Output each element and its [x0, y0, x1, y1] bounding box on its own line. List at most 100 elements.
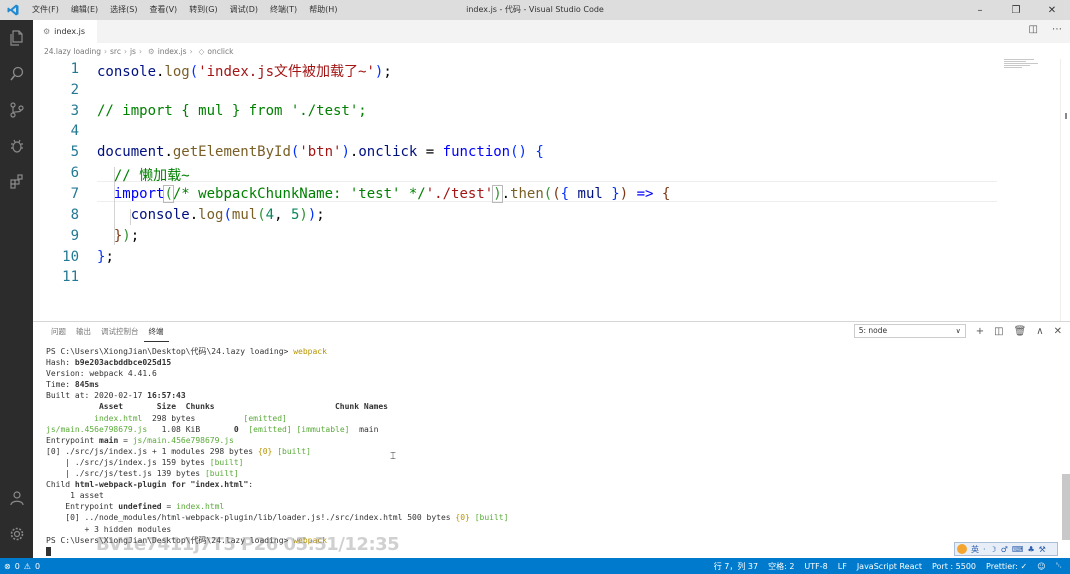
settings-gear-icon[interactable]: [0, 516, 33, 552]
trash-icon[interactable]: 🗑: [1014, 326, 1027, 337]
search-icon[interactable]: [0, 56, 33, 92]
child-name: html-webpack-plugin for "index.html": [74, 480, 249, 490]
menu-edit[interactable]: 编辑(E): [65, 0, 104, 20]
warning-icon: ⚠: [23, 561, 31, 571]
module-status: [built]: [277, 446, 311, 456]
version-line: Version: webpack 4.41.6: [46, 369, 157, 379]
more-actions-icon[interactable]: ⋯: [1052, 24, 1062, 35]
terminal-select[interactable]: 5: node ∨: [853, 324, 966, 338]
feedback-icon[interactable]: ☺: [1037, 562, 1045, 571]
status-language[interactable]: JavaScript React: [857, 562, 922, 571]
source-control-icon[interactable]: [0, 92, 33, 128]
file-gear-icon: ⚙: [43, 27, 51, 36]
hidden-modules: + 3 hidden modules: [46, 524, 172, 534]
scrollbar-marker: [1065, 113, 1067, 119]
ime-toolbar[interactable]: 英 · ☽ ♂ ⌨ ♣ ⚒: [954, 542, 1058, 556]
code-line-8: console.log(mul(4, 5));: [130, 207, 325, 223]
minimize-icon[interactable]: –: [962, 0, 998, 20]
status-indentation[interactable]: 空格: 2: [768, 561, 794, 572]
ime-language[interactable]: 英: [971, 544, 979, 555]
extensions-icon[interactable]: [0, 164, 33, 200]
breadcrumb-file[interactable]: index.js: [158, 47, 187, 56]
terminal-output[interactable]: PS C:\Users\XiongJian\Desktop\代码\24.lazy…: [46, 346, 1046, 556]
ime-mic-icon[interactable]: ♂: [1001, 545, 1008, 554]
notifications-bell-icon[interactable]: ␇: [1056, 561, 1062, 571]
time-value: 845ms: [74, 380, 100, 390]
breadcrumb-symbol[interactable]: onclick: [207, 47, 233, 56]
asset-status: [emitted] [immutable]: [248, 424, 350, 434]
module-line: | ./src/js/index.js 159 bytes: [46, 457, 210, 467]
status-eol[interactable]: LF: [838, 562, 847, 571]
minimap[interactable]: [1004, 59, 1040, 71]
ime-punct-icon[interactable]: ·: [983, 545, 986, 554]
status-problems[interactable]: ⊗ 0 ⚠ 0: [0, 562, 40, 571]
asset-table-header: Asset Size Chunks Chunk Names: [46, 402, 388, 412]
menu-file[interactable]: 文件(F): [26, 0, 65, 20]
close-icon[interactable]: ✕: [1034, 0, 1070, 20]
restore-icon[interactable]: ❐: [998, 0, 1034, 20]
breadcrumb-js[interactable]: js: [130, 47, 136, 56]
ime-skin-icon[interactable]: ♣: [1027, 545, 1034, 554]
ime-tools-icon[interactable]: ⚒: [1039, 545, 1046, 554]
split-terminal-icon[interactable]: ◫: [994, 326, 1003, 337]
status-prettier[interactable]: Prettier: ✓: [986, 562, 1027, 571]
video-watermark: BV1e7411j7T5 P26 05:51/12:35: [96, 534, 400, 555]
module-line: | ./src/js/test.js 139 bytes: [46, 469, 205, 479]
breadcrumb-src[interactable]: src: [110, 47, 121, 56]
code-line-10: };: [97, 249, 114, 265]
entrypoint-eq: =: [161, 502, 177, 512]
built-label: Built at: 2020-02-17: [46, 391, 143, 401]
entrypoint-label: Entrypoint: [46, 435, 95, 445]
terminal-command: webpack: [293, 347, 327, 356]
terminal-prompt: PS C:\Users\XiongJian\Desktop\代码\24.lazy…: [46, 347, 289, 356]
terminal-scrollbar[interactable]: [1062, 474, 1070, 540]
tab-index-js[interactable]: ⚙ index.js: [33, 20, 97, 43]
line-number: 7: [70, 186, 79, 202]
activity-bar-bottom: [0, 480, 33, 552]
tab-output[interactable]: 输出: [71, 322, 96, 342]
menu-terminal[interactable]: 终端(T): [264, 0, 303, 20]
editor-scrollbar[interactable]: [1060, 59, 1070, 321]
maximize-panel-icon[interactable]: ∧: [1036, 326, 1043, 337]
module-chunk: {0}: [257, 446, 273, 456]
breadcrumb: 24.lazy loading › src › js › ⚙ index.js › ◇ on…: [33, 43, 1070, 59]
debug-icon[interactable]: [0, 128, 33, 164]
asset-count: 1 asset: [46, 491, 104, 501]
breadcrumb-folder[interactable]: 24.lazy loading: [44, 47, 101, 56]
error-count: 0: [14, 561, 20, 571]
status-cursor-position[interactable]: 行 7，列 37: [714, 561, 758, 572]
code-line-1: console.log('index.js文件被加载了~');: [97, 64, 392, 80]
split-editor-icon[interactable]: ◫: [1029, 24, 1038, 35]
ime-moon-icon[interactable]: ☽: [990, 545, 997, 554]
line-number: 8: [70, 207, 79, 223]
tab-terminal[interactable]: 终端: [143, 322, 169, 342]
code-editor[interactable]: 1 2 3 4 5 6 7 8 9 10 11 console.log('ind…: [33, 59, 1070, 321]
asset-name: js/main.456e798679.js: [46, 424, 148, 434]
asset-size: 1.08 KiB: [147, 424, 201, 434]
status-encoding[interactable]: UTF-8: [804, 562, 827, 571]
menu-view[interactable]: 查看(V): [143, 0, 183, 20]
module-status: [built]: [209, 457, 244, 467]
file-gear-icon: ⚙: [147, 46, 155, 56]
editor-tab-bar: ⚙ index.js ◫ ⋯: [33, 20, 1070, 43]
menu-go[interactable]: 转到(G): [183, 0, 223, 20]
time-label: Time:: [46, 380, 71, 390]
ime-keyboard-icon[interactable]: ⌨: [1012, 545, 1024, 554]
status-live-server[interactable]: Port : 5500: [932, 562, 976, 571]
tab-debug-console[interactable]: 调试控制台: [96, 322, 144, 342]
tab-problems[interactable]: 问题: [46, 322, 71, 342]
module-status: [built]: [204, 469, 239, 479]
menu-debug[interactable]: 调试(D): [224, 0, 264, 20]
activity-bar: [0, 20, 33, 558]
line-number: 3: [70, 103, 79, 119]
close-panel-icon[interactable]: ✕: [1054, 326, 1062, 337]
line-number: 5: [70, 144, 79, 160]
explorer-icon[interactable]: [0, 20, 33, 56]
menu-help[interactable]: 帮助(H): [303, 0, 343, 20]
add-terminal-icon[interactable]: +: [976, 326, 984, 337]
menu-selection[interactable]: 选择(S): [104, 0, 143, 20]
account-icon[interactable]: [0, 480, 33, 516]
symbol-icon: ◇: [198, 46, 205, 56]
tab-label: index.js: [54, 27, 85, 36]
hash-label: Hash:: [46, 358, 71, 368]
